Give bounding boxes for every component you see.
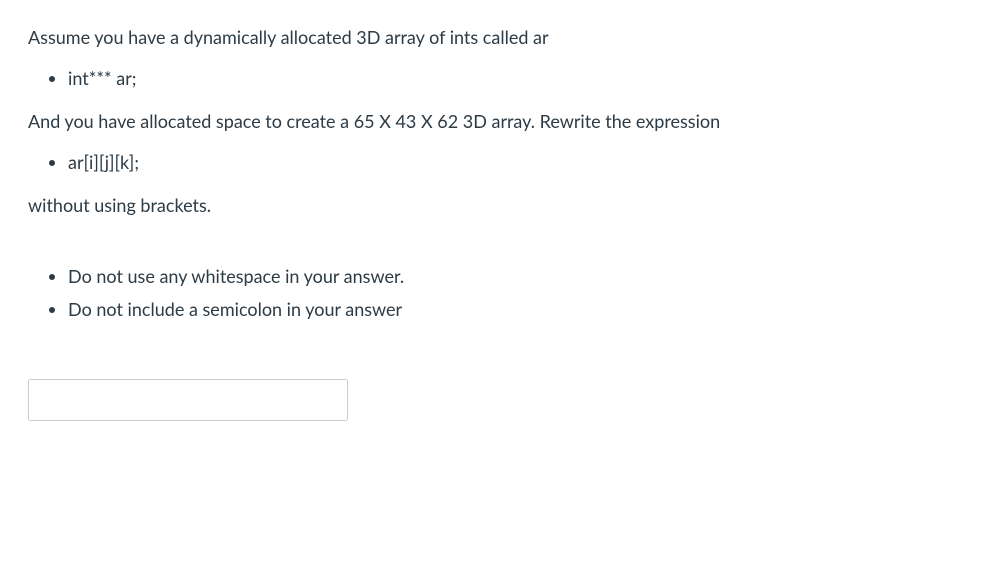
expression-item: ar[i][j][k]; xyxy=(68,149,963,176)
rule-item: Do not use any whitespace in your answer… xyxy=(68,263,963,290)
spacer xyxy=(28,233,963,263)
question-container: Assume you have a dynamically allocated … xyxy=(28,24,963,421)
rule-item: Do not include a semicolon in your answe… xyxy=(68,296,963,323)
declaration-list: int*** ar; xyxy=(28,65,963,92)
declaration-item: int*** ar; xyxy=(68,65,963,92)
question-intro: Assume you have a dynamically allocated … xyxy=(28,24,963,51)
rules-list: Do not use any whitespace in your answer… xyxy=(28,263,963,323)
allocation-text: And you have allocated space to create a… xyxy=(28,108,963,135)
answer-input[interactable] xyxy=(28,379,348,421)
task-text: without using brackets. xyxy=(28,192,963,219)
expression-list: ar[i][j][k]; xyxy=(28,149,963,176)
